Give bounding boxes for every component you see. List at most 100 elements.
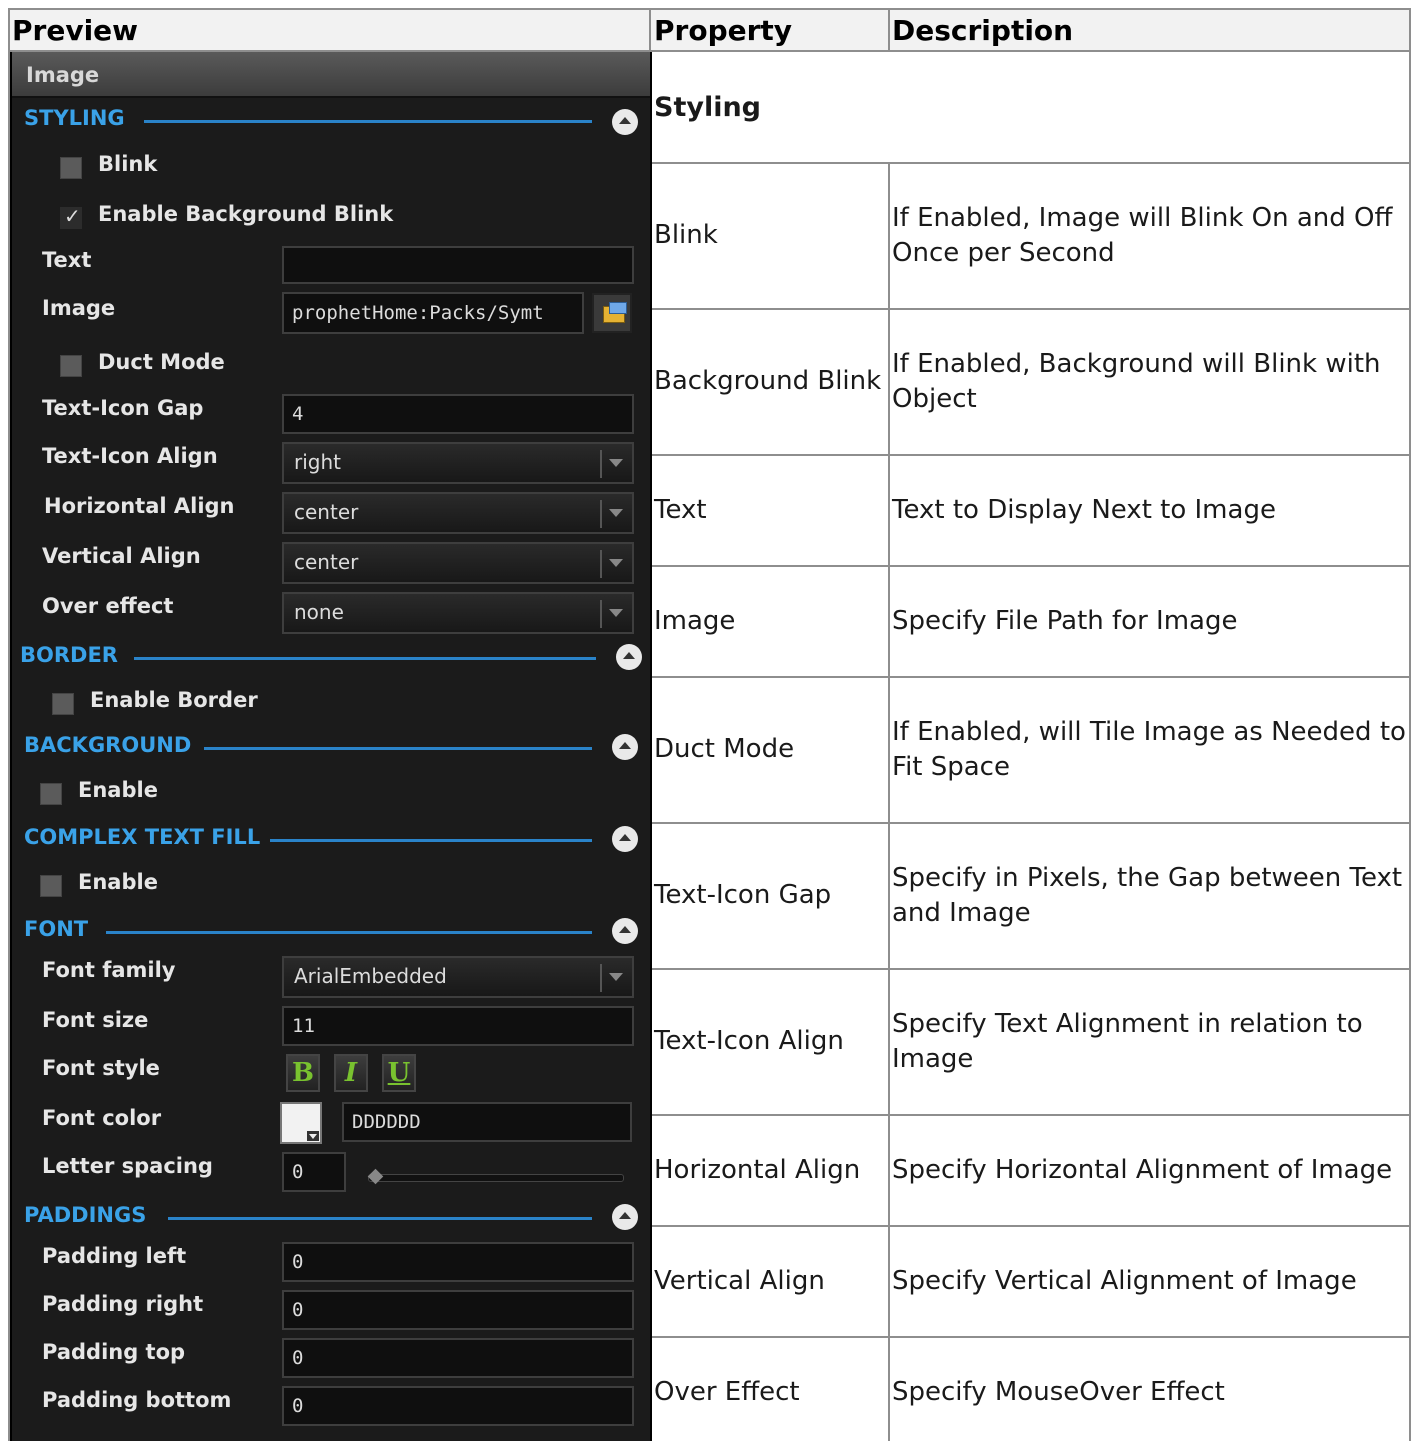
table-row-description: Specify Text Alignment in relation to Im… <box>892 1009 1363 1074</box>
complex-fill-enable-checkbox[interactable] <box>40 875 62 897</box>
select-value: right <box>294 450 341 474</box>
table-row-description: Specify Horizontal Alignment of Image <box>892 1155 1393 1185</box>
check-icon: ✓ <box>64 204 81 228</box>
table-row-property: Image <box>654 606 736 636</box>
select-value: ArialEmbedded <box>294 964 447 988</box>
complex-fill-enable-label: Enable <box>78 870 158 894</box>
text-icon-align-label: Text-Icon Align <box>42 444 218 468</box>
chevron-down-icon <box>307 1131 319 1141</box>
color-swatch[interactable] <box>280 1102 322 1144</box>
padding-bottom-input[interactable]: 0 <box>282 1386 634 1426</box>
font-size-input[interactable]: 11 <box>282 1006 634 1046</box>
table-row-property: Text-Icon Gap <box>654 880 832 910</box>
table-row-property: Horizontal Align <box>654 1155 861 1185</box>
padding-right-input[interactable]: 0 <box>282 1290 634 1330</box>
text-label: Text <box>42 248 92 272</box>
padding-left-label: Padding left <box>42 1244 187 1268</box>
preview-panel: Image STYLING Blink ✓ Enable Background … <box>10 52 652 1441</box>
section-divider <box>270 839 592 842</box>
padding-top-label: Padding top <box>42 1340 186 1364</box>
duct-mode-label: Duct Mode <box>98 350 225 374</box>
over-effect-label: Over effect <box>42 594 174 618</box>
select-value: center <box>294 550 359 574</box>
text-icon-gap-input[interactable]: 4 <box>282 394 634 434</box>
duct-mode-checkbox[interactable] <box>60 355 82 377</box>
section-divider <box>106 931 592 934</box>
text-input[interactable] <box>282 246 634 284</box>
background-enable-checkbox[interactable] <box>40 783 62 805</box>
section-header-paddings: PADDINGS <box>24 1203 147 1227</box>
table-row-description: If Enabled, will Tile Image as Needed to… <box>892 717 1406 782</box>
letter-spacing-slider[interactable] <box>368 1174 624 1182</box>
select-value: center <box>294 500 359 524</box>
padding-right-label: Padding right <box>42 1292 204 1316</box>
padding-bottom-label: Padding bottom <box>42 1388 232 1412</box>
underline-button[interactable]: U <box>382 1054 416 1092</box>
horizontal-align-select[interactable]: center <box>282 492 634 534</box>
enable-border-checkbox[interactable] <box>52 693 74 715</box>
collapse-icon[interactable] <box>612 826 638 852</box>
letter-spacing-input[interactable]: 0 <box>282 1152 346 1192</box>
header-property: Property <box>654 14 793 47</box>
italic-button[interactable]: I <box>334 1054 368 1092</box>
font-style-label: Font style <box>42 1056 160 1080</box>
table-row-property: Blink <box>654 220 718 250</box>
table-row-property: Text <box>654 495 707 525</box>
font-family-label: Font family <box>42 958 176 982</box>
select-value: none <box>294 600 344 624</box>
bg-blink-label: Enable Background Blink <box>98 202 394 226</box>
bg-blink-checkbox[interactable]: ✓ <box>60 204 82 229</box>
section-divider <box>144 120 592 123</box>
browse-folder-icon[interactable] <box>592 293 632 333</box>
chevron-down-icon <box>609 459 623 467</box>
blink-checkbox[interactable] <box>60 157 82 179</box>
collapse-icon[interactable] <box>612 734 638 760</box>
enable-border-label: Enable Border <box>90 688 258 712</box>
blink-label: Blink <box>98 152 158 176</box>
collapse-icon[interactable] <box>612 109 638 135</box>
text-icon-align-select[interactable]: right <box>282 442 634 484</box>
vertical-align-select[interactable]: center <box>282 542 634 584</box>
chevron-down-icon <box>609 973 623 981</box>
table-row-description: Specify in Pixels, the Gap between Text … <box>892 863 1403 928</box>
table-row-property: Over Effect <box>654 1377 800 1407</box>
font-color-label: Font color <box>42 1106 162 1130</box>
font-size-label: Font size <box>42 1008 149 1032</box>
header-preview: Preview <box>12 14 139 47</box>
bold-button[interactable]: B <box>286 1054 320 1092</box>
collapse-icon[interactable] <box>616 644 642 670</box>
letter-spacing-label: Letter spacing <box>42 1154 213 1178</box>
section-header-styling: STYLING <box>24 106 125 130</box>
table-row-property: Duct Mode <box>654 734 795 764</box>
padding-top-input[interactable]: 0 <box>282 1338 634 1378</box>
image-label: Image <box>42 296 116 320</box>
vertical-align-label: Vertical Align <box>42 544 201 568</box>
section-divider <box>204 747 592 750</box>
collapse-icon[interactable] <box>612 1204 638 1230</box>
chevron-down-icon <box>609 609 623 617</box>
section-divider <box>168 1217 592 1220</box>
background-enable-label: Enable <box>78 778 158 802</box>
collapse-icon[interactable] <box>612 918 638 944</box>
table-row-property: Vertical Align <box>654 1266 825 1296</box>
section-header-background: BACKGROUND <box>24 733 192 757</box>
header-description: Description <box>892 14 1074 47</box>
section-styling: Styling <box>654 92 762 123</box>
chevron-down-icon <box>609 559 623 567</box>
table-row-description: If Enabled, Background will Blink with O… <box>892 349 1381 414</box>
table-row-description: Specify Vertical Alignment of Image <box>892 1266 1357 1296</box>
section-header-border: BORDER <box>20 643 118 667</box>
panel-title: Image <box>12 52 650 98</box>
font-family-select[interactable]: ArialEmbedded <box>282 956 634 998</box>
table-row-description: If Enabled, Image will Blink On and Off … <box>892 203 1393 268</box>
image-path-input[interactable]: prophetHome:Packs/Symt <box>282 292 584 334</box>
over-effect-select[interactable]: none <box>282 592 634 634</box>
table-row-description: Specify MouseOver Effect <box>892 1377 1225 1407</box>
section-header-complex-text-fill: COMPLEX TEXT FILL <box>24 825 261 849</box>
padding-left-input[interactable]: 0 <box>282 1242 634 1282</box>
section-header-font: FONT <box>24 917 89 941</box>
table-row-property: Background Blink <box>654 366 882 396</box>
chevron-down-icon <box>609 509 623 517</box>
section-divider <box>134 657 596 660</box>
font-color-input[interactable]: DDDDDD <box>342 1102 632 1142</box>
